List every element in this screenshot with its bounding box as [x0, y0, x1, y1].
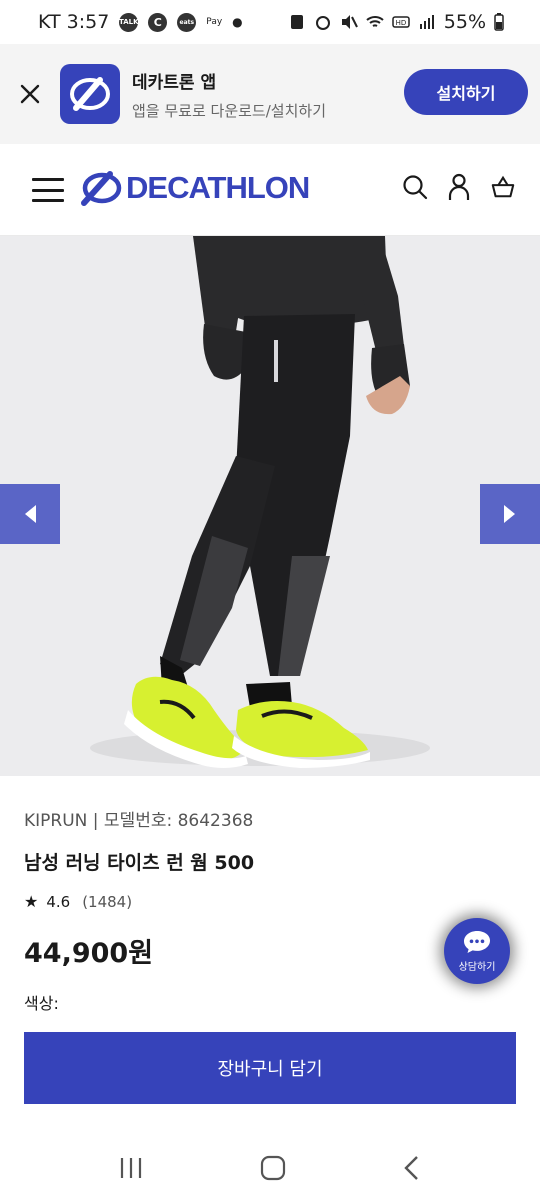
recent-apps-icon[interactable] [118, 1156, 144, 1180]
kakaotalk-notification-icon: TALK [119, 12, 139, 32]
rating-value: 4.6 [46, 892, 71, 911]
chevron-right-icon [504, 505, 515, 523]
sim-icon [290, 15, 303, 29]
close-icon [20, 84, 40, 104]
battery-icon [494, 13, 504, 31]
coupang-eats-icon: eats [177, 12, 197, 32]
chat-bubble-icon [464, 931, 490, 953]
site-header: DECATHLON [0, 144, 540, 236]
product-name: 남성 러닝 타이츠 런 웜 500 [24, 852, 255, 874]
status-bar-right: HD 55% [288, 11, 504, 33]
more-notifications-dot-icon: ● [232, 15, 243, 29]
chat-button-label: 상담하기 [458, 962, 496, 973]
account-button[interactable] [446, 172, 472, 202]
status-bar-left: KT 3:57 TALK C eats Pay ● [38, 11, 243, 33]
product-rating[interactable]: ★ 4.6 (1484) [24, 892, 524, 911]
cart-button[interactable] [490, 172, 516, 202]
color-label: 색상: [24, 994, 59, 1013]
carousel-prev-button[interactable] [0, 484, 60, 544]
star-icon: ★ [24, 892, 39, 911]
search-button[interactable] [402, 172, 428, 202]
carousel-next-button[interactable] [480, 484, 540, 544]
decathlon-logo[interactable]: DECATHLON [78, 170, 310, 206]
user-icon [448, 173, 470, 200]
install-button[interactable]: 설치하기 [404, 69, 528, 115]
pay-icon: Pay [206, 16, 223, 27]
brand-name: DECATHLON [126, 170, 310, 205]
mute-icon [341, 15, 358, 29]
system-navigation-bar [0, 1136, 540, 1200]
menu-button[interactable] [32, 178, 64, 202]
carrier-time: KT 3:57 [38, 11, 110, 33]
product-image-carousel[interactable] [0, 236, 540, 776]
c-notification-icon: C [148, 12, 168, 32]
hamburger-line-icon [32, 199, 64, 202]
product-model-line: KIPRUN | 모델번호: 8642368 [24, 811, 254, 831]
home-icon[interactable] [260, 1155, 286, 1181]
battery-percentage: 55% [443, 11, 486, 33]
hd-icon: HD [392, 16, 410, 28]
svg-text:HD: HD [395, 19, 406, 27]
back-icon[interactable] [402, 1155, 422, 1181]
header-actions [402, 172, 516, 202]
decathlon-swoosh-icon [70, 77, 110, 111]
product-image [0, 236, 540, 776]
app-install-banner: 데카트론 앱 앱을 무료로 다운로드/설치하기 설치하기 [0, 44, 540, 144]
hamburger-line-icon [32, 178, 64, 181]
decathlon-swoosh-icon [81, 171, 122, 206]
basket-icon [491, 175, 515, 198]
chevron-left-icon [25, 505, 36, 523]
status-bar: KT 3:57 TALK C eats Pay ● HD 55% [0, 0, 540, 44]
chat-consult-button[interactable]: 상담하기 [444, 918, 510, 984]
hamburger-line-icon [32, 188, 64, 192]
search-icon [403, 175, 428, 200]
wifi-icon [366, 16, 384, 27]
banner-close-button[interactable] [0, 44, 60, 144]
signal-icon [419, 15, 434, 29]
product-info: KIPRUN | 모델번호: 8642368 남성 러닝 타이츠 런 웜 500… [24, 806, 524, 1014]
add-to-cart-button[interactable]: 장바구니 담기 [24, 1032, 516, 1104]
alarm-icon [315, 16, 330, 30]
rating-count: (1484) [82, 892, 133, 911]
decathlon-app-logo [60, 64, 120, 124]
